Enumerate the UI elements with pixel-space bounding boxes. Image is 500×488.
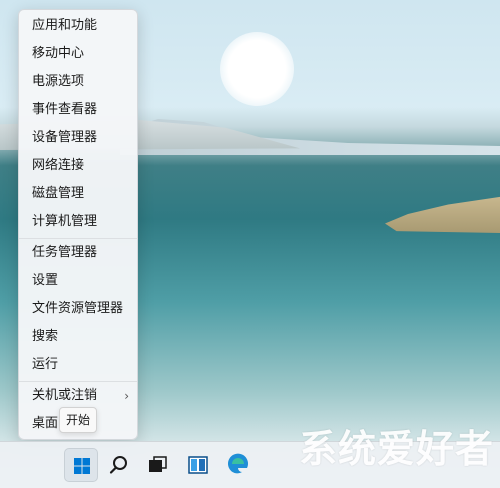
menu-item-settings[interactable]: 设置 <box>23 269 133 293</box>
sun <box>220 32 294 106</box>
menu-item-device-manager[interactable]: 设备管理器 <box>23 126 133 150</box>
menu-item-task-manager[interactable]: 任务管理器 <box>23 241 133 265</box>
start-button[interactable] <box>64 448 98 482</box>
menu-item-disk-management[interactable]: 磁盘管理 <box>23 182 133 206</box>
menu-item-power-options[interactable]: 电源选项 <box>23 70 133 94</box>
menu-item-run[interactable]: 运行 <box>23 353 133 377</box>
menu-item-shutdown-signout[interactable]: 关机或注销 › <box>23 384 133 408</box>
menu-item-network-connections[interactable]: 网络连接 <box>23 154 133 178</box>
menu-item-computer-management[interactable]: 计算机管理 <box>23 210 133 234</box>
watermark-logo: 系统爱好者 <box>298 427 494 471</box>
task-view-button[interactable] <box>140 448 174 482</box>
menu-item-apps-features[interactable]: 应用和功能 <box>23 14 133 38</box>
grass-island <box>385 196 500 233</box>
windows-start-icon <box>74 458 90 474</box>
menu-separator <box>19 381 137 382</box>
widgets-button[interactable] <box>181 448 215 482</box>
start-tooltip: 开始 <box>59 407 97 433</box>
menu-item-shutdown-label: 关机或注销 <box>32 388 98 403</box>
search-button[interactable] <box>102 448 136 482</box>
menu-item-event-viewer[interactable]: 事件查看器 <box>23 98 133 122</box>
winx-context-menu: 应用和功能 移动中心 电源选项 事件查看器 设备管理器 网络连接 磁盘管理 计算… <box>18 9 138 440</box>
edge-icon <box>228 453 248 474</box>
menu-separator <box>19 238 137 239</box>
menu-item-file-explorer[interactable]: 文件资源管理器 <box>23 297 133 321</box>
edge-button[interactable] <box>221 448 255 482</box>
menu-item-search[interactable]: 搜索 <box>23 325 133 349</box>
chevron-right-icon: › <box>124 389 129 403</box>
search-icon <box>109 456 127 474</box>
widgets-icon <box>188 456 208 474</box>
task-view-icon <box>149 456 167 472</box>
menu-item-mobility-center[interactable]: 移动中心 <box>23 42 133 66</box>
